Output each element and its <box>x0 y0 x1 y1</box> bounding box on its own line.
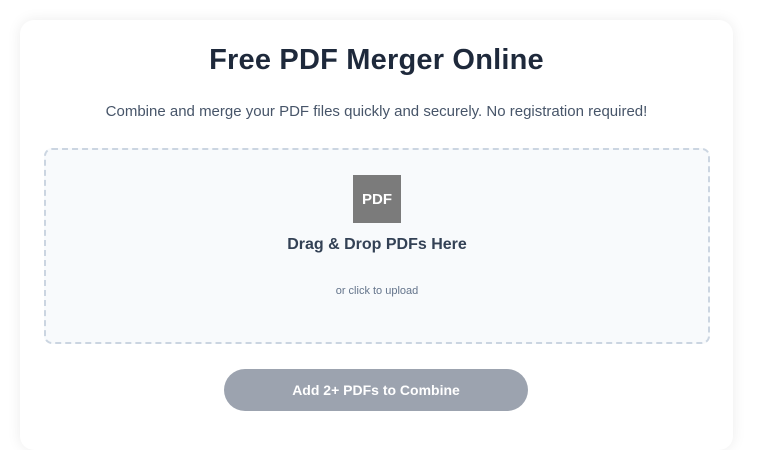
combine-pdfs-button[interactable]: Add 2+ PDFs to Combine <box>224 369 528 411</box>
pdf-icon-label: PDF <box>362 190 392 208</box>
dropzone-hint: or click to upload <box>335 285 419 297</box>
page-title: Free PDF Merger Online <box>209 44 544 76</box>
page-subtitle: Combine and merge your PDF files quickly… <box>105 103 648 120</box>
dropzone-title: Drag & Drop PDFs Here <box>287 236 467 253</box>
pdf-dropzone[interactable]: PDF Drag & Drop PDFs Here or click to up… <box>44 148 710 344</box>
pdf-file-icon: PDF <box>353 175 401 223</box>
